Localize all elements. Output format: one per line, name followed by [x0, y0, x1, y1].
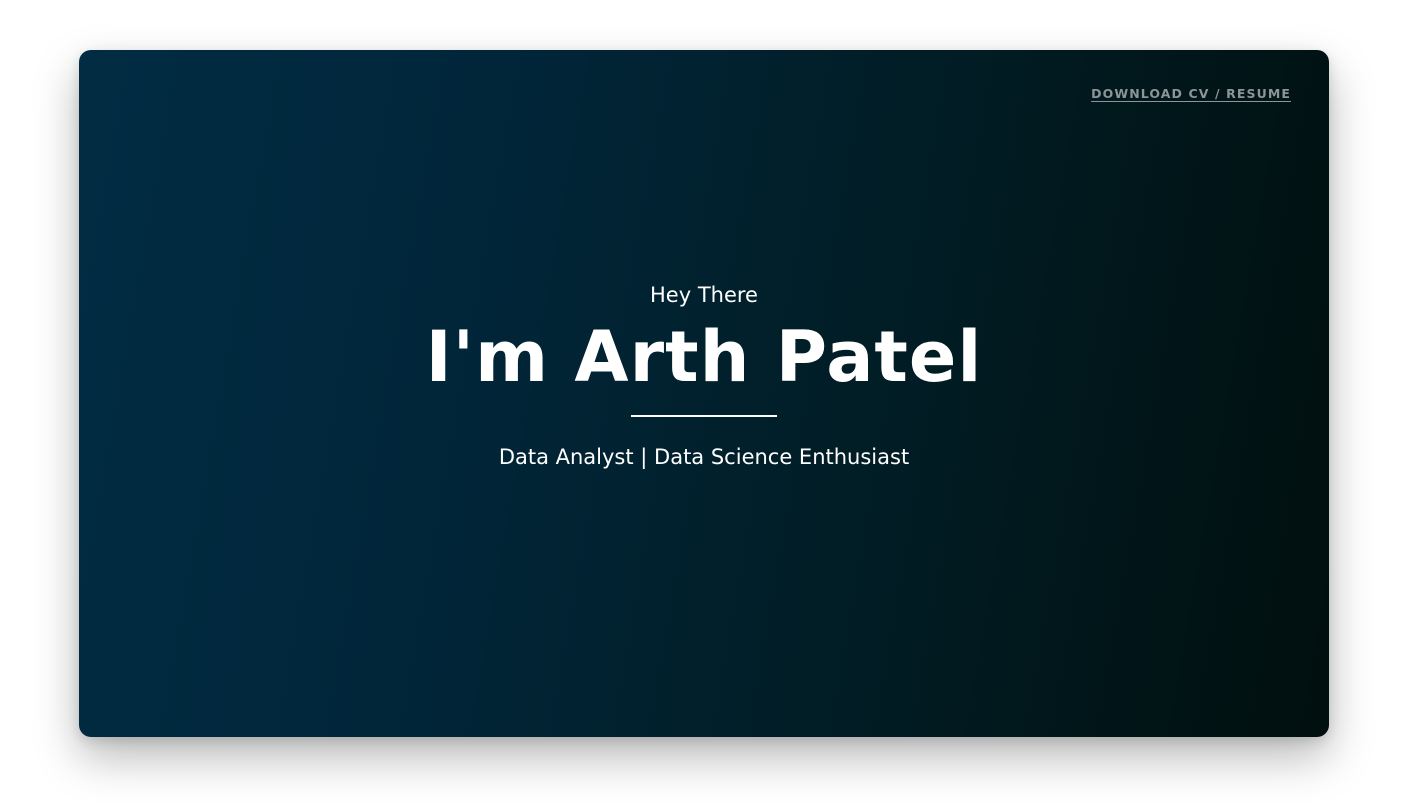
hero-greeting: Hey There: [650, 283, 758, 307]
title-divider: [631, 415, 777, 417]
hero-content: Hey There I'm Arth Patel Data Analyst | …: [79, 281, 1329, 471]
page: DOWNLOAD CV / RESUME Hey There I'm Arth …: [0, 0, 1428, 803]
hero-section: DOWNLOAD CV / RESUME Hey There I'm Arth …: [79, 50, 1329, 737]
hero-tagline: Data Analyst | Data Science Enthusiast: [498, 445, 910, 469]
download-cv-link[interactable]: DOWNLOAD CV / RESUME: [1091, 86, 1291, 101]
hero-title: I'm Arth Patel: [425, 316, 983, 398]
